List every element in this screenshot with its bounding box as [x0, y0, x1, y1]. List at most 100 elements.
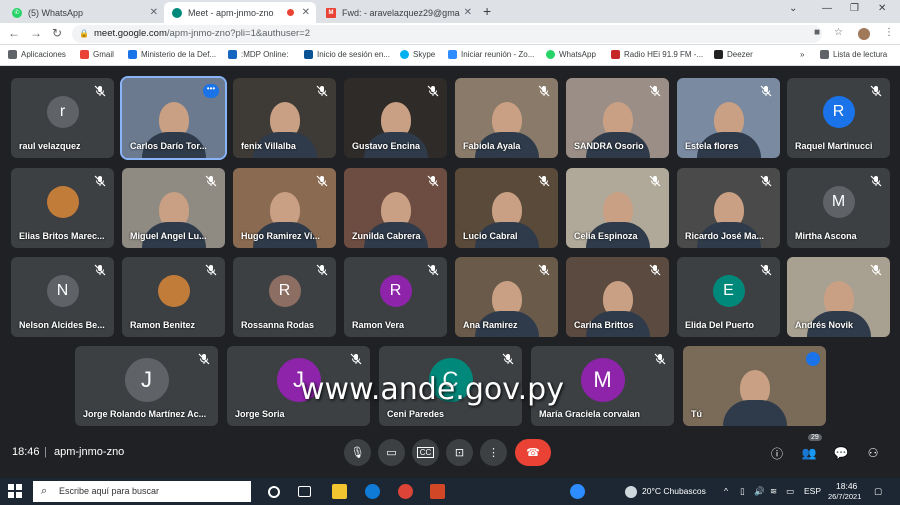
bookmarks-overflow-icon[interactable]: » [800, 50, 804, 59]
language-indicator[interactable]: ESP [804, 486, 821, 496]
participant-tile[interactable]: Gustavo Encina [344, 78, 447, 158]
network-icon[interactable]: ▯ [740, 486, 745, 497]
reading-list[interactable]: Lista de lectura [820, 50, 887, 59]
participant-tile[interactable]: Andrés Novik [787, 257, 890, 337]
participant-name: Elida Del Puerto [685, 320, 755, 330]
chevron-up-icon[interactable]: ^ [724, 486, 728, 496]
forward-arrow-icon[interactable]: → [30, 26, 42, 40]
battery-icon[interactable]: ▭ [786, 486, 794, 497]
minimize-icon[interactable]: — [822, 3, 832, 14]
end-call-button[interactable]: ☎ [515, 439, 551, 466]
close-icon[interactable]: ✕ [302, 7, 310, 18]
present-button[interactable]: ⊡ [446, 439, 473, 466]
url-input[interactable]: 🔒 meet.google.com/apm-jnmo-zno?pli=1&aut… [72, 25, 822, 43]
star-icon[interactable]: ☆ [834, 27, 843, 38]
participant-tile[interactable]: Hugo Ramirez Vi... [233, 168, 336, 248]
participant-tile[interactable]: Celia Espinoza [566, 168, 669, 248]
participant-name: raul velazquez [19, 141, 81, 151]
participant-tile[interactable]: J Jorge Rolando Martínez Ac... [75, 346, 218, 426]
restore-icon[interactable]: ❐ [850, 3, 859, 14]
participant-tile[interactable]: Fabiola Ayala [455, 78, 558, 158]
more-options-button[interactable]: ⋮ [480, 439, 507, 466]
help-icon[interactable] [570, 484, 585, 499]
participant-tile[interactable]: R Raquel Martinucci [787, 78, 890, 158]
reload-icon[interactable]: ↻ [52, 26, 62, 40]
participant-tile[interactable]: r raul velazquez [11, 78, 114, 158]
bookmark-radio[interactable]: Radio HEi 91.9 FM -... [611, 50, 703, 59]
bookmark-ministerio[interactable]: Ministerio de la Def... [128, 50, 216, 59]
close-window-icon[interactable]: ✕ [878, 3, 886, 14]
people-button[interactable]: 👥 [800, 444, 818, 462]
participant-tile[interactable]: E Elida Del Puerto [677, 257, 780, 337]
captions-button[interactable]: CC [412, 439, 439, 466]
wifi-icon[interactable]: ≋ [770, 486, 777, 497]
bookmark-skype[interactable]: Skype [400, 50, 435, 59]
bookmark-zoom[interactable]: Iniciar reunión - Zo... [448, 50, 534, 59]
participant-tile[interactable]: Ramon Benitez [122, 257, 225, 337]
powerpoint-icon[interactable] [430, 484, 445, 499]
participant-tile[interactable]: Estela flores [677, 78, 780, 158]
participant-avatar: R [379, 274, 412, 307]
chrome-icon[interactable] [398, 484, 413, 499]
bookmark-whatsapp[interactable]: WhatsApp [546, 50, 596, 59]
profile-avatar[interactable] [858, 28, 870, 40]
gmail-icon [80, 50, 89, 59]
activities-button[interactable]: ⚇ [864, 444, 882, 462]
meeting-info-button[interactable]: ⓘ [768, 444, 786, 462]
tile-options-button[interactable]: ••• [203, 84, 219, 98]
participant-tile[interactable]: N Nelson Alcides Be... [11, 257, 114, 337]
participant-tile[interactable]: Tú [683, 346, 826, 426]
participant-tile[interactable]: Carlos Darío Tor... ••• [120, 76, 227, 160]
volume-icon[interactable]: 🔊 [754, 486, 765, 497]
camera-icon[interactable]: ■ [814, 27, 820, 38]
weather-text[interactable]: 20°C Chubascos [642, 486, 706, 496]
tab-gmail[interactable]: M Fwd: - aravelazquez29@gmail.com ✕ [318, 2, 478, 23]
edge-icon[interactable] [365, 484, 380, 499]
mic-muted-icon [205, 175, 217, 187]
participant-tile[interactable]: Ricardo José Ma... [677, 168, 780, 248]
lock-icon: 🔒 [79, 29, 89, 38]
participant-tile[interactable]: SANDRA Osorio [566, 78, 669, 158]
task-view-icon[interactable] [298, 486, 311, 497]
search-icon: ⌕ [41, 485, 48, 497]
microphone-button[interactable]: 🎙 [344, 439, 371, 466]
tab-whatsapp[interactable]: ✆ (5) WhatsApp ✕ [4, 2, 164, 23]
bookmark-inicio-sesion[interactable]: Inicio de sesión en... [304, 50, 390, 59]
mic-muted-icon [538, 85, 550, 97]
participant-avatar [157, 274, 190, 307]
close-icon[interactable]: ✕ [464, 7, 472, 18]
bookmark-mdp-online[interactable]: :MDP Online: [228, 50, 288, 59]
kebab-menu-icon[interactable]: ⋮ [884, 27, 894, 38]
back-arrow-icon[interactable]: ← [8, 26, 20, 40]
participant-tile[interactable]: Elias Britos Marec... [11, 168, 114, 248]
new-tab-icon[interactable]: + [483, 3, 491, 19]
close-icon[interactable]: ✕ [150, 7, 158, 18]
tab-search-icon[interactable]: ⌄ [789, 3, 797, 14]
bookmark-deezer[interactable]: Deezer [714, 50, 753, 59]
participant-tile[interactable]: Zunilda Cabrera [344, 168, 447, 248]
participant-tile[interactable]: R Ramon Vera [344, 257, 447, 337]
taskbar-date[interactable]: 26/7/2021 [828, 492, 861, 501]
mic-muted-icon [870, 175, 882, 187]
participant-tile[interactable]: Ana Ramirez [455, 257, 558, 337]
taskbar-search-input[interactable]: ⌕ Escribe aquí para buscar [33, 481, 251, 502]
bookmark-gmail[interactable]: Gmail [80, 50, 114, 59]
participant-name: Jorge Rolando Martínez Ac... [83, 409, 207, 419]
participant-tile[interactable]: M Mirtha Ascona [787, 168, 890, 248]
taskbar-time[interactable]: 18:46 [836, 481, 857, 491]
participant-tile[interactable]: Carina Brittos [566, 257, 669, 337]
mic-muted-icon [649, 175, 661, 187]
windows-start-icon[interactable] [8, 484, 22, 498]
skype-icon [400, 50, 409, 59]
notifications-icon[interactable]: ▢ [874, 486, 882, 497]
tab-meet[interactable]: Meet - apm-jnmo-zno ✕ [164, 2, 316, 23]
cortana-icon[interactable] [268, 486, 280, 498]
camera-button[interactable]: ▭ [378, 439, 405, 466]
chat-button[interactable]: 💬 [832, 444, 850, 462]
bookmark-aplicaciones[interactable]: Aplicaciones [8, 50, 66, 59]
file-explorer-icon[interactable] [332, 484, 347, 499]
participant-tile[interactable]: R Rossanna Rodas [233, 257, 336, 337]
participant-tile[interactable]: Miguel Angel Lu... [122, 168, 225, 248]
participant-tile[interactable]: Lucio Cabral [455, 168, 558, 248]
participant-tile[interactable]: fenix Villalba [233, 78, 336, 158]
